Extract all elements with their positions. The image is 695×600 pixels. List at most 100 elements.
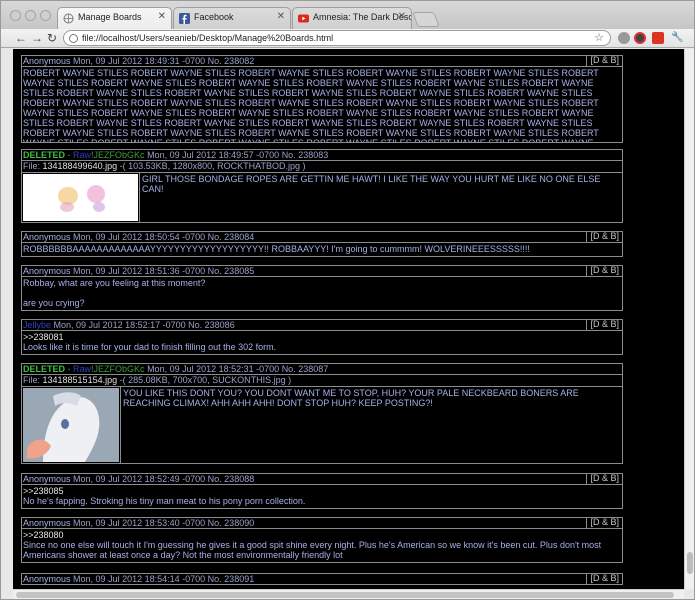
post-header: DELETED - Raw!JEZFObGKc Mon, 09 Jul 2012…: [21, 363, 623, 375]
wrench-menu-icon[interactable]: 🔧: [671, 32, 683, 44]
back-button[interactable]: ←: [15, 32, 27, 44]
post-body: ROBBBBBBAAAAAAAAAAAAAYYYYYYYYYYYYYYYYYYY…: [21, 243, 623, 257]
facebook-icon: [179, 13, 190, 24]
quote-link[interactable]: >>238080: [23, 530, 621, 540]
post-header: Anonymous Mon, 09 Jul 2012 18:52:49 -070…: [21, 473, 623, 485]
extension-icon[interactable]: [634, 32, 646, 44]
post-body: ROBERT WAYNE STILES ROBERT WAYNE STILES …: [21, 67, 623, 143]
address-bar[interactable]: file://localhost/Users/seanieb/Desktop/M…: [63, 30, 611, 46]
post-number[interactable]: No. 238082: [208, 56, 255, 66]
post-number[interactable]: No. 238085: [208, 266, 255, 276]
thumbnail-image[interactable]: [23, 174, 138, 221]
post-header: Anonymous Mon, 09 Jul 2012 18:53:40 -070…: [21, 517, 623, 529]
poster-name: Anonymous: [23, 518, 71, 528]
post-header: Anonymous Mon, 09 Jul 2012 18:54:14 -070…: [21, 573, 623, 585]
post-date: Mon, 09 Jul 2012 18:49:57 -0700: [147, 150, 280, 160]
poster-name: Anonymous: [23, 232, 71, 242]
globe-icon: [63, 13, 74, 24]
separator: -: [65, 150, 74, 160]
extension-icon[interactable]: [618, 32, 630, 44]
extension-icon[interactable]: [652, 32, 664, 44]
delete-ban-link[interactable]: [D & B]: [586, 473, 622, 485]
post-line: Looks like it is time for your dad to fi…: [23, 342, 277, 352]
post-line: Robbay, what are you feeling at this mom…: [23, 278, 206, 288]
tab-title: Facebook: [194, 12, 234, 22]
deleted-label: DELETED: [23, 150, 66, 160]
poster-name: Anonymous: [23, 474, 71, 484]
poster-name: Anonymous: [23, 574, 71, 584]
delete-ban-link[interactable]: [D & B]: [586, 231, 622, 243]
scroll-corner: [684, 589, 694, 599]
page-content: Anonymous Mon, 09 Jul 2012 18:49:31 -070…: [13, 49, 684, 589]
zoom-window-button[interactable]: [40, 10, 51, 21]
post-body: Robbay, what are you feeling at this mom…: [21, 277, 623, 311]
post-date: Mon, 09 Jul 2012 18:49:31 -0700: [73, 56, 206, 66]
tripcode: !JEZFObGKc: [91, 150, 145, 160]
tab-facebook[interactable]: Facebook ✕: [173, 7, 291, 29]
post-body: GIRL THOSE BONDAGE ROPES ARE GETTIN ME H…: [142, 174, 601, 194]
tab-amnesia[interactable]: Amnesia: The Dark Descent ✕: [292, 7, 412, 29]
poster-name: Anonymous: [23, 56, 71, 66]
separator: -: [65, 364, 74, 374]
file-meta: -( 285.08KB, 700x700, SUCKONTHIS.jpg ): [117, 375, 292, 385]
post: Anonymous Mon, 09 Jul 2012 18:53:40 -070…: [21, 517, 623, 563]
tripcode: !JEZFObGKc: [91, 364, 145, 374]
reload-button[interactable]: ↻: [47, 32, 57, 44]
close-tab-icon[interactable]: ✕: [398, 11, 406, 22]
post-date: Mon, 09 Jul 2012 18:52:49 -0700: [73, 474, 206, 484]
post: Anonymous Mon, 09 Jul 2012 18:52:49 -070…: [21, 473, 623, 509]
close-tab-icon[interactable]: ✕: [158, 11, 166, 22]
delete-ban-link[interactable]: [D & B]: [586, 55, 622, 67]
delete-ban-link[interactable]: [D & B]: [586, 573, 622, 585]
post-date: Mon, 09 Jul 2012 18:53:40 -0700: [73, 518, 206, 528]
page-icon: [69, 34, 78, 43]
poster-name: Raw: [73, 150, 92, 160]
file-link[interactable]: 134188515154.jpg: [43, 375, 118, 385]
post-line: are you crying?: [23, 298, 85, 308]
delete-ban-link[interactable]: [D & B]: [586, 319, 622, 331]
post-number[interactable]: No. 238090: [208, 518, 255, 528]
post-header: Anonymous Mon, 09 Jul 2012 18:51:36 -070…: [21, 265, 623, 277]
post-header: DELETED - Raw!JEZFObGKc Mon, 09 Jul 2012…: [21, 149, 623, 161]
post-media-row: GIRL THOSE BONDAGE ROPES ARE GETTIN ME H…: [21, 173, 623, 223]
post-number[interactable]: No. 238091: [208, 574, 255, 584]
url-text: file://localhost/Users/seanieb/Desktop/M…: [82, 33, 334, 43]
close-window-button[interactable]: [10, 10, 21, 21]
post-date: Mon, 09 Jul 2012 18:51:36 -0700: [73, 266, 206, 276]
delete-ban-link[interactable]: [D & B]: [586, 265, 622, 277]
post-number[interactable]: No. 238088: [208, 474, 255, 484]
bookmark-star-icon[interactable]: ☆: [594, 31, 604, 44]
post-number[interactable]: No. 238083: [282, 150, 329, 160]
delete-ban-link[interactable]: [D & B]: [586, 517, 622, 529]
thumbnail-image[interactable]: [23, 388, 119, 462]
horizontal-scrollbar[interactable]: [13, 589, 684, 599]
post-date: Mon, 09 Jul 2012 18:50:54 -0700: [73, 232, 206, 242]
post-date: Mon, 09 Jul 2012 18:54:14 -0700: [73, 574, 206, 584]
post-number[interactable]: No. 238084: [208, 232, 255, 242]
quote-link[interactable]: >>238081: [23, 332, 621, 342]
quote-link[interactable]: >>238085: [23, 486, 621, 496]
poster-name: Anonymous: [23, 266, 71, 276]
post-date: Mon, 09 Jul 2012 18:52:31 -0700: [147, 364, 280, 374]
file-info: File: 134188499640.jpg -( 103.53KB, 1280…: [21, 161, 623, 173]
close-tab-icon[interactable]: ✕: [277, 11, 285, 22]
post-number[interactable]: No. 238087: [282, 364, 329, 374]
tab-manage-boards[interactable]: Manage Boards ✕: [57, 7, 172, 29]
tab-bar: Manage Boards ✕ Facebook ✕ Amnesia: The …: [1, 1, 694, 29]
minimize-window-button[interactable]: [25, 10, 36, 21]
scrollbar-thumb[interactable]: [687, 552, 693, 574]
file-link[interactable]: 134188499640.jpg: [43, 161, 118, 171]
new-tab-button[interactable]: [412, 12, 440, 27]
post-header: Anonymous Mon, 09 Jul 2012 18:50:54 -070…: [21, 231, 623, 243]
post-media-row: YOU LIKE THIS DONT YOU? YOU DONT WANT ME…: [21, 387, 623, 464]
youtube-icon: [298, 14, 309, 23]
vertical-scrollbar[interactable]: [684, 49, 694, 589]
file-meta: -( 103.53KB, 1280x800, ROCKTHATBOD.jpg ): [117, 161, 306, 171]
poster-name: Jellybe: [23, 320, 52, 330]
post-number[interactable]: No. 238086: [188, 320, 235, 330]
file-label: File:: [23, 161, 43, 171]
forward-button[interactable]: →: [31, 32, 43, 44]
poster-name: Raw: [73, 364, 92, 374]
scrollbar-thumb[interactable]: [16, 592, 674, 598]
post-body: >>238085 No he's fapping. Stroking his t…: [21, 485, 623, 509]
